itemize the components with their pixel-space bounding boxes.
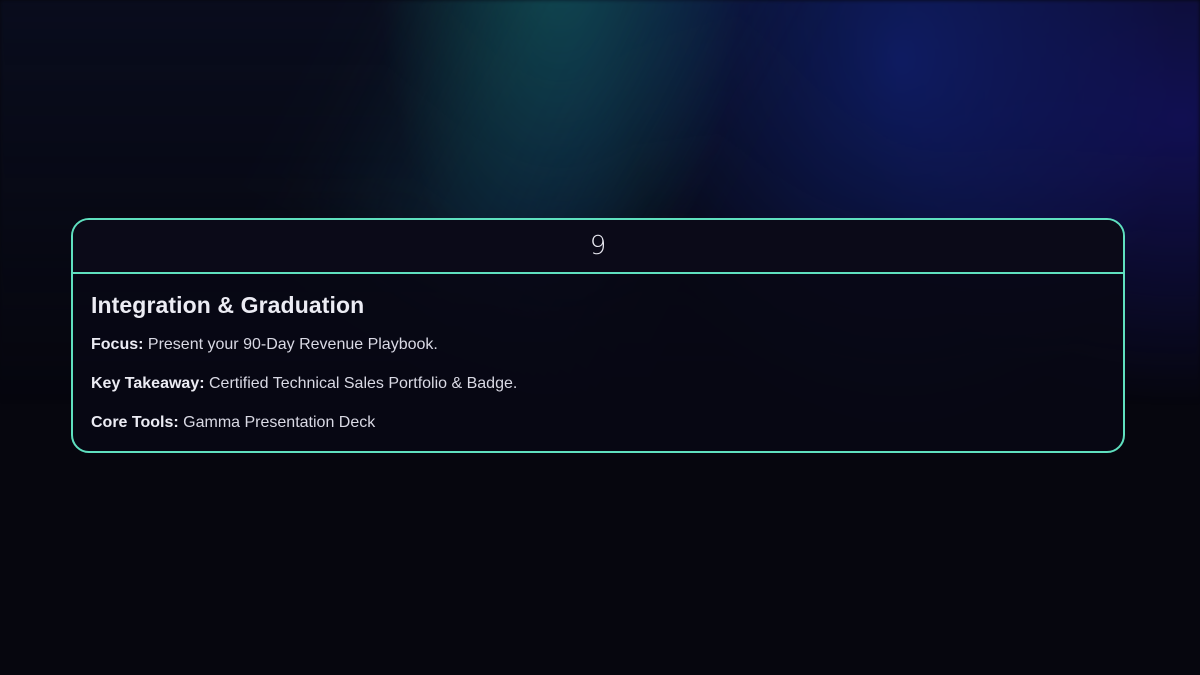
module-card: 9 Integration & Graduation Focus: Presen…	[71, 218, 1125, 453]
card-title: Integration & Graduation	[91, 292, 365, 318]
core-tools-label: Core Tools:	[91, 414, 179, 431]
focus-label: Focus:	[91, 336, 144, 353]
key-takeaway-label: Key Takeaway:	[91, 375, 205, 392]
card-header: 9	[73, 220, 1123, 274]
slide: 9 Integration & Graduation Focus: Presen…	[0, 0, 1200, 675]
key-takeaway-line: Key Takeaway: Certified Technical Sales …	[91, 374, 1105, 394]
core-tools-value: Gamma Presentation Deck	[183, 414, 376, 431]
focus-line: Focus: Present your 90-Day Revenue Playb…	[91, 335, 1105, 355]
focus-value: Present your 90-Day Revenue Playbook.	[147, 336, 438, 353]
step-number: 9	[589, 231, 607, 261]
key-takeaway-value: Certified Technical Sales Portfolio & Ba…	[209, 375, 518, 392]
card-body: Integration & Graduation Focus: Present …	[73, 274, 1123, 433]
core-tools-line: Core Tools: Gamma Presentation Deck	[91, 413, 1105, 433]
